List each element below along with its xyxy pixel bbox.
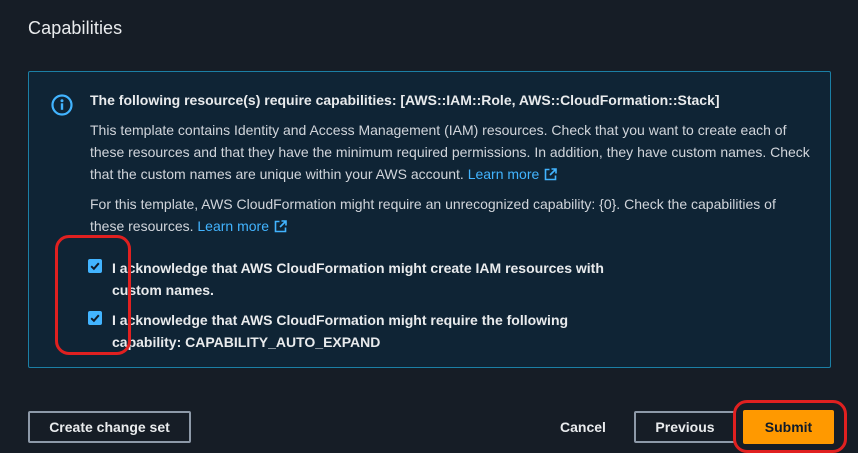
learn-more-link-iam-label: Learn more — [467, 166, 540, 182]
capabilities-section: Capabilities The following resource(s) r… — [0, 0, 858, 453]
iam-paragraph-text: This template contains Identity and Acce… — [90, 122, 810, 182]
learn-more-link-capability-label: Learn more — [197, 218, 269, 234]
acknowledge-auto-expand-row[interactable]: I acknowledge that AWS CloudFormation mi… — [88, 309, 688, 361]
external-link-icon — [544, 168, 558, 181]
learn-more-link-capability[interactable]: Learn more — [197, 218, 287, 234]
section-title: Capabilities — [28, 18, 123, 38]
checkmark-icon — [90, 262, 100, 271]
acknowledge-auto-expand-label: I acknowledge that AWS CloudFormation mi… — [112, 312, 569, 350]
external-link-icon — [274, 220, 287, 233]
iam-paragraph: This template contains Identity and Acce… — [90, 119, 810, 185]
info-title: The following resource(s) require capabi… — [90, 92, 720, 108]
acknowledge-iam-row[interactable]: I acknowledge that AWS CloudFormation mi… — [88, 257, 688, 309]
capability-paragraph-text: For this template, AWS CloudFormation mi… — [90, 196, 776, 234]
previous-button[interactable]: Previous — [634, 411, 736, 443]
info-icon — [51, 94, 73, 116]
acknowledge-iam-checkbox[interactable] — [88, 259, 102, 273]
learn-more-link-iam[interactable]: Learn more — [468, 166, 558, 182]
acknowledge-auto-expand-checkbox[interactable] — [88, 311, 102, 325]
acknowledgement-list: I acknowledge that AWS CloudFormation mi… — [88, 257, 688, 361]
info-body: This template contains Identity and Acce… — [90, 119, 810, 245]
checkmark-icon — [90, 314, 100, 323]
acknowledge-iam-label: I acknowledge that AWS CloudFormation mi… — [112, 260, 604, 298]
capability-paragraph: For this template, AWS CloudFormation mi… — [90, 193, 810, 237]
cancel-button[interactable]: Cancel — [548, 411, 618, 443]
create-change-set-button[interactable]: Create change set — [28, 411, 191, 443]
submit-button[interactable]: Submit — [743, 410, 834, 444]
